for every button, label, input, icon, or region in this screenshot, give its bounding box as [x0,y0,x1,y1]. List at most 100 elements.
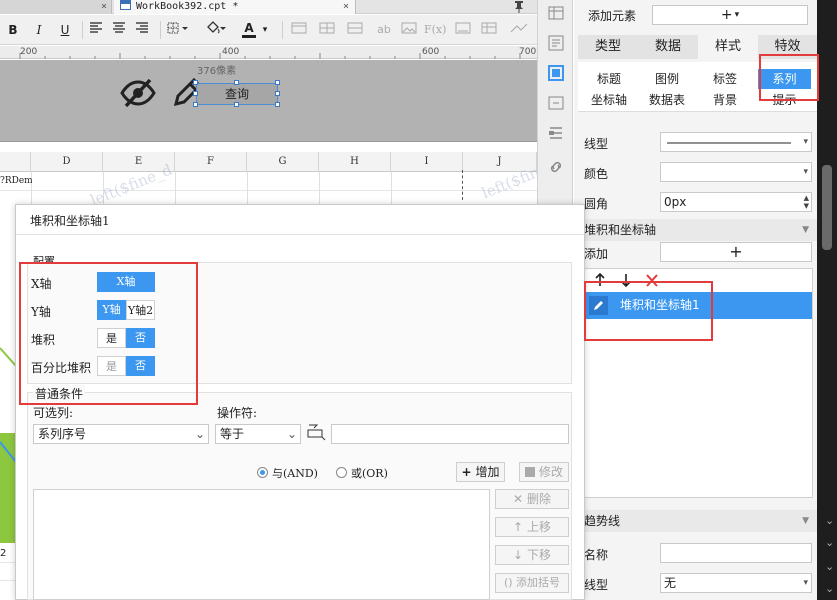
move-up-icon[interactable] [594,272,606,290]
subtab-legend[interactable]: 图例 [642,69,692,89]
move-down-icon[interactable] [620,273,632,290]
modify-icon [525,467,536,477]
subtab-axis[interactable]: 坐标轴 [584,90,634,110]
value-type-icon[interactable] [306,423,328,443]
percent-stack-no-option[interactable]: 否 [126,356,155,376]
column-header-g[interactable]: G [247,152,319,172]
close-tab-icon[interactable]: × [343,0,349,13]
trendline-section-header[interactable]: 趋势线 ▼ [578,510,817,532]
panel-scrollbar-thumb[interactable] [822,165,832,250]
resize-handle[interactable] [193,80,198,85]
resize-handle[interactable] [275,91,280,96]
trendline-name-input[interactable] [660,543,812,563]
move-down-button[interactable]: ↓ 下移 [495,545,569,565]
resize-handle[interactable] [275,102,280,107]
tab-data[interactable]: 数据 [638,35,698,59]
subtab-data-table[interactable]: 数据表 [642,90,692,110]
line-type-select[interactable]: ▾ [660,132,812,152]
tab-effects[interactable]: 特效 [758,35,817,59]
align-center-icon[interactable] [111,21,127,39]
eye-slash-icon[interactable] [120,78,156,108]
stack-axis-section-header[interactable]: 堆积和坐标轴 ▼ [578,219,817,241]
add-bracket-button[interactable]: () 添加括号 [495,573,569,593]
close-tab-icon[interactable]: × [101,0,107,13]
condition-attribute-icon[interactable] [547,94,565,112]
corner-radius-input[interactable]: 0px ▲ ▼ [660,192,812,212]
and-radio[interactable]: 与(AND) [257,465,318,481]
subtab-tooltip[interactable]: 提示 [758,90,811,110]
stack-axis-list-item[interactable]: 堆积和坐标轴1 [585,292,812,319]
optional-column-select[interactable]: 系列序号 ⌄ [33,424,209,444]
column-header-f[interactable]: F [175,152,247,172]
grid-line [0,562,16,563]
subtab-title[interactable]: 标题 [584,69,634,89]
condition-value-input[interactable] [331,424,569,444]
underline-button[interactable]: U [58,21,72,39]
subtab-series[interactable]: 系列 [758,69,811,89]
tab-workbook392[interactable]: WorkBook392.cpt * × [114,0,356,14]
subtab-background[interactable]: 背景 [700,90,750,110]
resize-handle[interactable] [193,102,198,107]
edit-pencil-icon[interactable] [589,296,608,315]
list-settings-icon[interactable] [547,124,565,142]
add-stack-axis-button[interactable]: + [660,242,812,262]
fill-color-icon[interactable] [204,21,228,39]
percent-stack-yes-option[interactable]: 是 [97,356,126,376]
delete-condition-button[interactable]: ✕ 删除 [495,489,569,509]
text-color-button[interactable]: A [242,21,256,38]
y-axis-option-1[interactable]: Y轴 [97,300,126,320]
resize-handle[interactable] [234,102,239,107]
trendline-linetype-select[interactable]: 无 ▾ [660,573,812,593]
split-cells-icon[interactable] [318,21,336,39]
formula-button[interactable]: F(x) [424,21,446,39]
panel-scrollbar-track[interactable] [817,0,837,600]
stack-no-option[interactable]: 否 [126,328,155,348]
border-icon[interactable] [166,21,190,39]
text-format-button[interactable]: ab [374,21,394,39]
align-right-icon[interactable] [134,21,150,39]
column-header-i[interactable]: I [391,152,463,172]
color-select[interactable]: ▾ [660,162,812,182]
hyperlink-icon[interactable] [547,158,565,176]
bold-button[interactable]: B [6,21,20,39]
stack-yes-option[interactable]: 是 [97,328,126,348]
tab-previous-workbook[interactable]: × [0,0,112,14]
italic-button[interactable]: I [32,21,46,39]
subtab-label[interactable]: 标签 [700,69,750,89]
condition-list[interactable] [33,489,490,600]
operator-select[interactable]: 等于 ⌄ [215,424,301,444]
resize-handle[interactable] [275,80,280,85]
y-axis-label: Y轴 [31,305,51,319]
tab-style[interactable]: 样式 [698,35,758,59]
chevron-down-icon[interactable]: ▾ [260,21,270,39]
cell-properties-icon[interactable] [547,4,565,22]
cell-text[interactable]: ?RDem [0,172,32,190]
merge-cells-icon[interactable] [290,21,308,39]
chart-icon[interactable] [454,21,472,39]
subreport-icon[interactable] [480,21,498,39]
y-axis-option-2[interactable]: Y轴2 [126,300,155,320]
delete-icon[interactable] [645,274,659,290]
modify-condition-button[interactable]: 修改 [519,462,569,482]
more-icon[interactable] [508,21,530,39]
column-header-d[interactable]: D [31,152,103,172]
resize-handle[interactable] [234,80,239,85]
horizontal-ruler: 200 400 600 700 [0,46,537,59]
spin-down-icon[interactable]: ▼ [804,202,809,210]
resize-handle[interactable] [193,91,198,96]
column-header-h[interactable]: H [319,152,391,172]
align-left-icon[interactable] [88,21,104,39]
tab-type[interactable]: 类型 [578,35,638,59]
add-condition-button[interactable]: + 增加 [456,462,505,482]
insert-row-icon[interactable] [346,21,364,39]
widget-settings-icon[interactable] [547,34,565,52]
x-axis-toggle[interactable]: X轴 [97,272,155,292]
chevron-down-icon: ▼ [802,225,809,235]
move-up-button[interactable]: ↑ 上移 [495,517,569,537]
image-icon[interactable] [400,21,418,39]
add-element-button[interactable]: + ▾ [652,5,808,25]
chart-properties-icon[interactable] [547,64,565,82]
pin-icon[interactable] [512,0,526,13]
spin-up-icon[interactable]: ▲ [804,194,809,202]
or-radio[interactable]: 或(OR) [336,465,388,481]
